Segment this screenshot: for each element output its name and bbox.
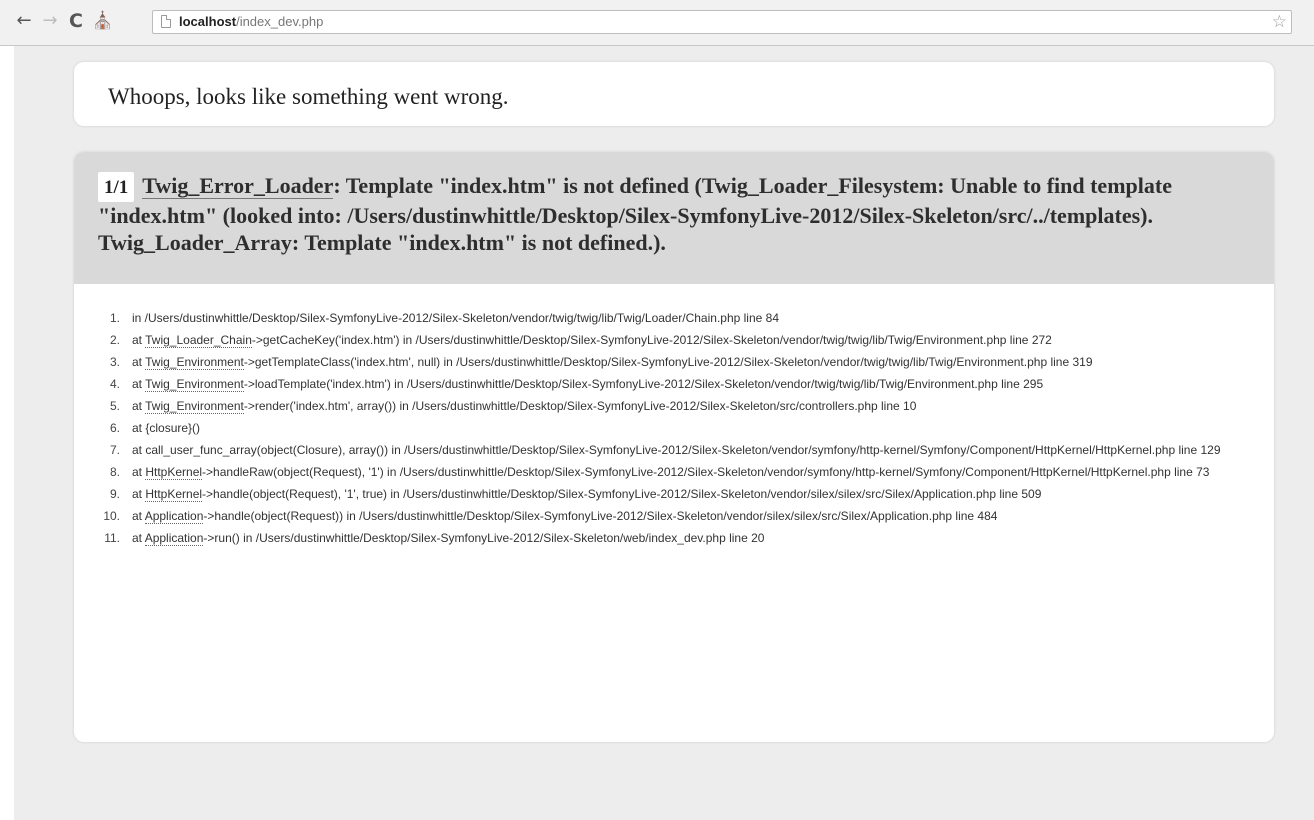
trace-class: HttpKernel: [145, 465, 203, 480]
trace-class: Twig_Environment: [145, 377, 244, 392]
trace-number: 4.: [109, 377, 120, 391]
stack-trace: 1. in /Users/dustinwhittle/Desktop/Silex…: [86, 310, 1246, 552]
trace-prefix: at: [132, 355, 146, 369]
address-bar[interactable]: localhost/index_dev.php ☆: [152, 10, 1292, 34]
page-headline: Whoops, looks like something went wrong.: [108, 84, 509, 109]
forward-arrow-icon[interactable]: →: [40, 9, 60, 33]
page-icon: [161, 15, 171, 28]
trace-item: 7. at call_user_func_array(object(Closur…: [86, 442, 1246, 459]
trace-number: 10.: [103, 509, 120, 523]
trace-prefix: at: [132, 509, 145, 523]
trace-call: ->loadTemplate('index.htm') in /Users/du…: [243, 377, 1044, 391]
exception-class: Twig_Error_Loader: [142, 173, 334, 199]
trace-item: 11. at Application->run() in /Users/dust…: [86, 530, 1246, 547]
trace-call: ->handle(object(Request), '1', true) in …: [202, 487, 1042, 501]
trace-item: 8. at HttpKernel->handleRaw(object(Reque…: [86, 464, 1246, 481]
trace-number: 11.: [104, 531, 120, 545]
trace-number: 7.: [109, 443, 120, 457]
trace-prefix: at: [132, 487, 146, 501]
trace-item: 10. at Application->handle(object(Reques…: [86, 508, 1246, 525]
trace-item: 9. at HttpKernel->handle(object(Request)…: [86, 486, 1246, 503]
exception-counter: 1/1: [98, 172, 135, 202]
exception-header: 1/1 Twig_Error_Loader: Template "index.ht…: [74, 152, 1274, 284]
trace-item: 1. in /Users/dustinwhittle/Desktop/Silex…: [86, 310, 1246, 327]
url-path: /index_dev.php: [236, 14, 324, 29]
trace-item: 6. at {closure}(): [86, 420, 1246, 437]
bookmark-star-icon[interactable]: ☆: [1272, 12, 1287, 32]
trace-item: 2. at Twig_Loader_Chain->getCacheKey('in…: [86, 332, 1246, 349]
trace-class: HttpKernel: [145, 487, 203, 502]
trace-call: ->run() in /Users/dustinwhittle/Desktop/…: [203, 531, 765, 545]
reload-icon[interactable]: C: [66, 9, 86, 33]
trace-call: ->render('index.htm', array()) in /Users…: [243, 399, 917, 413]
trace-number: 9.: [109, 487, 120, 501]
trace-prefix: at: [132, 399, 146, 413]
trace-class: Application: [144, 531, 204, 546]
trace-item: 5. at Twig_Environment->render('index.ht…: [86, 398, 1246, 415]
trace-call: ->handleRaw(object(Request), '1') in /Us…: [202, 465, 1210, 479]
trace-class: Twig_Environment: [145, 355, 244, 370]
trace-item: 4. at Twig_Environment->loadTemplate('in…: [86, 376, 1246, 393]
home-icon[interactable]: ⛪: [92, 9, 113, 33]
trace-item: 3. at Twig_Environment->getTemplateClass…: [86, 354, 1246, 371]
exception-block: 1/1 Twig_Error_Loader: Template "index.ht…: [74, 152, 1274, 742]
back-arrow-icon[interactable]: ←: [14, 9, 34, 33]
trace-text: at call_user_func_array(object(Closure),…: [132, 443, 1221, 457]
url-host: localhost: [179, 14, 237, 29]
url-text[interactable]: localhost/index_dev.php: [179, 14, 323, 30]
trace-text: in /Users/dustinwhittle/Desktop/Silex-Sy…: [132, 311, 779, 325]
trace-text: at {closure}(): [132, 421, 201, 435]
trace-call: ->handle(object(Request)) in /Users/dust…: [203, 509, 998, 523]
trace-class: Application: [144, 509, 204, 524]
trace-number: 3.: [109, 355, 120, 369]
trace-class: Twig_Loader_Chain: [145, 333, 252, 348]
trace-number: 1.: [109, 311, 120, 325]
trace-call: ->getCacheKey('index.htm') in /Users/dus…: [251, 333, 1052, 347]
trace-prefix: at: [132, 531, 145, 545]
exception-message: 1/1 Twig_Error_Loader: Template "index.ht…: [98, 172, 1238, 256]
trace-class: Twig_Environment: [145, 399, 244, 414]
trace-prefix: at: [132, 333, 146, 347]
trace-number: 5.: [109, 399, 120, 413]
trace-number: 6.: [109, 421, 120, 435]
trace-prefix: at: [132, 465, 146, 479]
trace-number: 8.: [109, 465, 120, 479]
trace-number: 2.: [109, 333, 120, 347]
headline-block: Whoops, looks like something went wrong.: [74, 62, 1274, 126]
browser-toolbar: ← → C ⛪ localhost/index_dev.php ☆: [0, 0, 1314, 46]
page-viewport: Whoops, looks like something went wrong.…: [14, 46, 1314, 820]
trace-call: ->getTemplateClass('index.htm', null) in…: [243, 355, 1093, 369]
trace-prefix: at: [132, 377, 146, 391]
